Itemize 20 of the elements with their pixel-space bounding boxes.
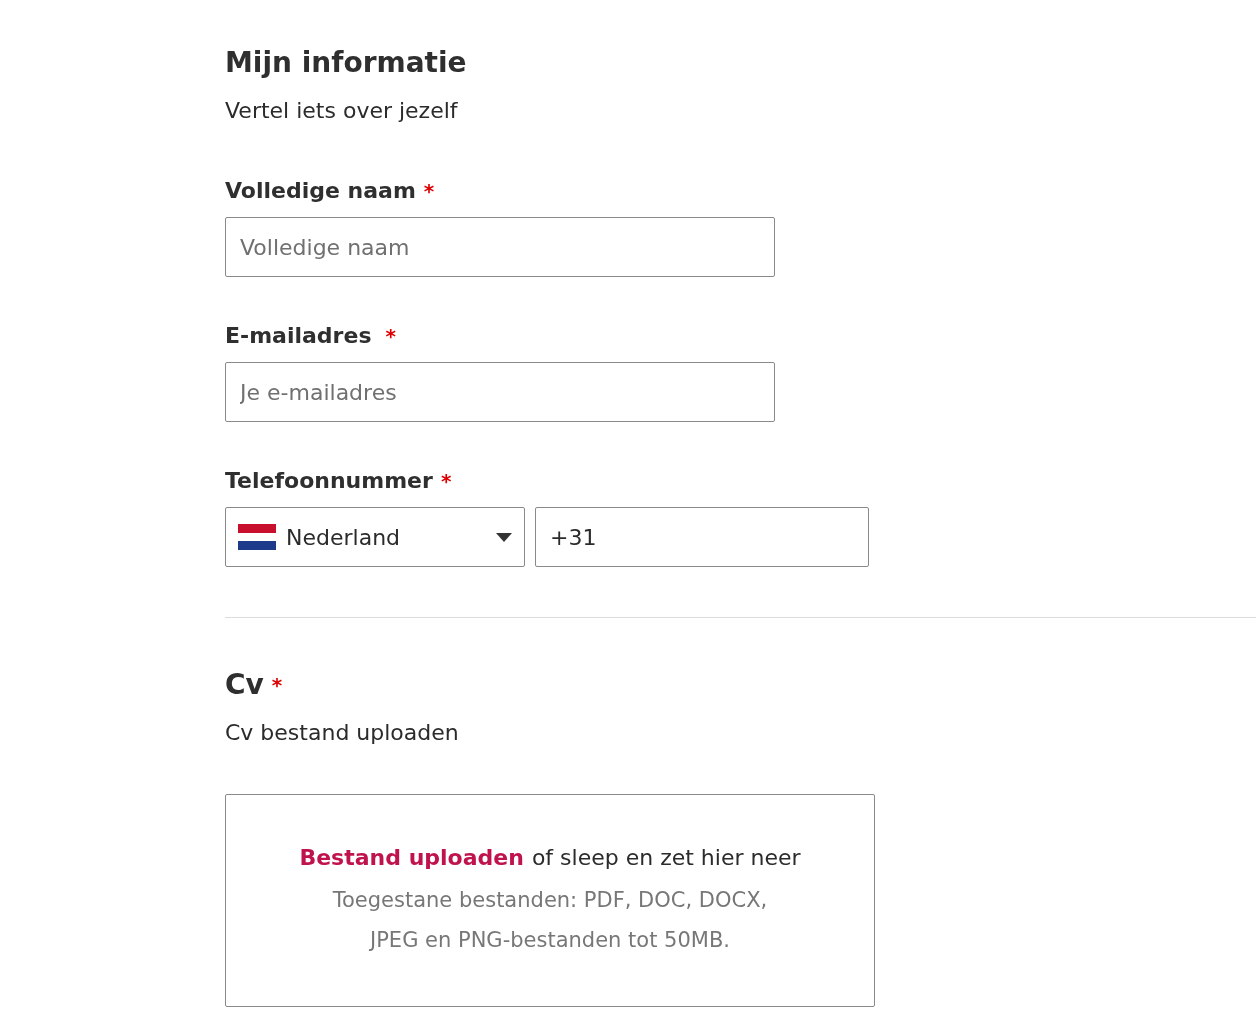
field-label: E-mailadres <box>225 322 372 350</box>
phone-field[interactable]: +31 <box>535 507 869 567</box>
cv-title: Cv <box>225 667 264 703</box>
upload-hint: Toegestane bestanden: PDF, DOC, DOCX, JPEG en PNG-bestanden tot 50MB. <box>331 887 769 954</box>
required-mark: * <box>423 178 435 205</box>
input-field[interactable]: Volledige naam <box>225 217 775 277</box>
cv-subtitle: Cv bestand uploaden <box>225 719 460 747</box>
required-mark: * <box>440 468 452 495</box>
section-title: Mijn informatie <box>225 45 468 81</box>
required-mark: * <box>385 323 396 350</box>
required-mark: * <box>271 672 283 699</box>
flag-icon <box>238 524 276 550</box>
section-subtitle: Vertel iets over jezelf <box>225 97 459 125</box>
field-label: Telefoonnummer <box>225 467 433 495</box>
caret-icon <box>496 532 512 542</box>
upload-dropzone[interactable]: Bestand uploaden of sleep en zet hier neer Toegestane bestanden: PDF, DOC, DOCX, JPEG en PNG-bestanden tot 50MB. <box>225 794 875 1007</box>
upload-link[interactable]: Bestand uploaden <box>299 845 524 870</box>
field-label: Volledige naam <box>225 177 416 205</box>
upload-text: of sleep en zet hier neer <box>531 845 801 870</box>
country-select[interactable]: Nederland <box>225 507 525 567</box>
